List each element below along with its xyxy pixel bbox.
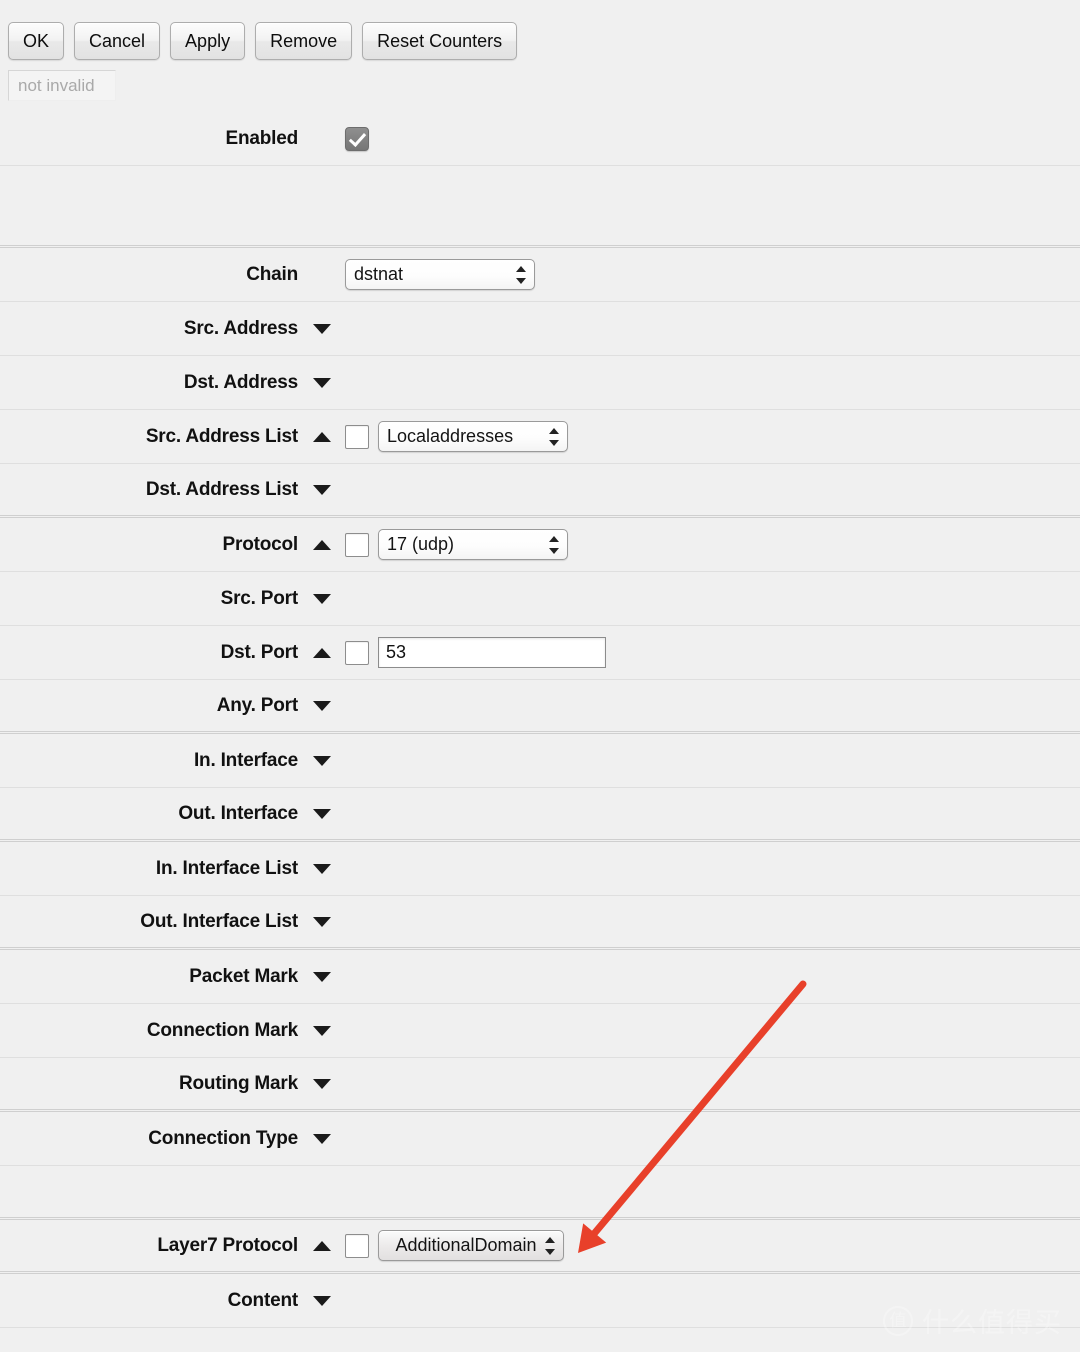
layer7-protocol-control: AdditionalDomain: [345, 1230, 564, 1261]
dst-port-negate-checkbox[interactable]: [345, 640, 369, 665]
protocol-select[interactable]: 17 (udp): [378, 529, 568, 560]
disclosure-up-icon[interactable]: [298, 1240, 345, 1251]
disclosure-down-icon[interactable]: [298, 1295, 345, 1306]
field-label-src-address: Src. Address: [183, 317, 298, 339]
form-row-src-port: Src. Port: [0, 572, 1080, 626]
disclosure-up-icon[interactable]: [298, 647, 345, 658]
disclosure-down-icon[interactable]: [298, 700, 345, 711]
disclosure-down-icon[interactable]: [298, 377, 345, 388]
form-row-any-port: Any. Port: [0, 680, 1080, 734]
protocol-negate-checkbox[interactable]: [345, 532, 369, 557]
dst-port-input[interactable]: [378, 637, 606, 668]
form-row-dst-address: Dst. Address: [0, 356, 1080, 410]
disclosure-down-icon[interactable]: [298, 916, 345, 927]
form-row-out-interface-list: Out. Interface List: [0, 896, 1080, 950]
field-label-dst-address-list: Dst. Address List: [145, 478, 298, 500]
disclosure-down-icon[interactable]: [298, 593, 345, 604]
nat-rule-form: Enabled Chain dstnat Src. Address Dst. A…: [0, 112, 1080, 1328]
chain-control: dstnat: [345, 259, 535, 290]
apply-button[interactable]: Apply: [170, 22, 246, 60]
src-address-list-negate-checkbox[interactable]: [345, 424, 369, 449]
protocol-value: 17 (udp): [387, 534, 455, 554]
form-row-dst-address-list: Dst. Address List: [0, 464, 1080, 518]
form-row-in-interface: In. Interface: [0, 734, 1080, 788]
disclosure-down-icon[interactable]: [298, 1078, 345, 1089]
field-label-chain: Chain: [246, 263, 298, 285]
field-label-packet-mark: Packet Mark: [189, 965, 298, 987]
form-row-chain: Chain dstnat: [0, 248, 1080, 302]
src-address-list-select[interactable]: Localaddresses: [378, 421, 568, 452]
form-row-connection-mark: Connection Mark: [0, 1004, 1080, 1058]
cancel-button[interactable]: Cancel: [74, 22, 161, 60]
form-row-dst-port: Dst. Port: [0, 626, 1080, 680]
form-row-content: Content: [0, 1274, 1080, 1328]
status-row: not invalid: [0, 70, 1080, 112]
field-label-connection-type: Connection Type: [148, 1127, 298, 1149]
stepper-arrows-icon: [545, 1236, 556, 1256]
field-label-out-interface-list: Out. Interface List: [140, 910, 298, 932]
remove-button[interactable]: Remove: [255, 22, 353, 60]
form-row-enabled: Enabled: [0, 112, 1080, 166]
stepper-arrows-icon: [549, 427, 560, 447]
dialog-toolbar: OK Cancel Apply Remove Reset Counters: [0, 0, 1080, 70]
disclosure-down-icon[interactable]: [298, 323, 345, 334]
field-label-dst-port: Dst. Port: [220, 641, 299, 663]
form-spacer-layer7: [0, 1166, 1080, 1220]
disclosure-down-icon[interactable]: [298, 484, 345, 495]
stepper-arrows-icon: [516, 265, 527, 285]
field-label-in-interface-list: In. Interface List: [155, 857, 298, 879]
field-label-protocol: Protocol: [222, 533, 299, 555]
protocol-control: 17 (udp): [345, 529, 568, 560]
layer7-protocol-negate-checkbox[interactable]: [345, 1233, 369, 1258]
form-row-connection-type: Connection Type: [0, 1112, 1080, 1166]
chain-select-value: dstnat: [354, 264, 404, 284]
field-label-enabled: Enabled: [225, 127, 298, 149]
ok-button[interactable]: OK: [8, 22, 65, 60]
enabled-checkbox[interactable]: [345, 126, 369, 151]
enabled-control: [345, 126, 378, 151]
form-spacer-top: [0, 166, 1080, 248]
disclosure-down-icon[interactable]: [298, 1025, 345, 1036]
form-row-src-address-list: Src. Address List Localaddresses: [0, 410, 1080, 464]
disclosure-down-icon[interactable]: [298, 755, 345, 766]
field-label-routing-mark: Routing Mark: [179, 1072, 298, 1094]
disclosure-up-icon[interactable]: [298, 431, 345, 442]
disclosure-down-icon[interactable]: [298, 1133, 345, 1144]
field-label-src-address-list: Src. Address List: [145, 425, 298, 447]
field-label-in-interface: In. Interface: [193, 749, 298, 771]
form-row-routing-mark: Routing Mark: [0, 1058, 1080, 1112]
disclosure-down-icon[interactable]: [298, 863, 345, 874]
form-row-src-address: Src. Address: [0, 302, 1080, 356]
field-label-any-port: Any. Port: [216, 694, 298, 716]
field-label-content: Content: [227, 1289, 299, 1311]
field-label-layer7-protocol: Layer7 Protocol: [157, 1234, 298, 1256]
field-label-src-port: Src. Port: [220, 587, 299, 609]
status-badge: not invalid: [8, 70, 116, 101]
disclosure-up-icon[interactable]: [298, 539, 345, 550]
chain-select[interactable]: dstnat: [345, 259, 535, 290]
stepper-arrows-icon: [549, 535, 560, 555]
field-label-out-interface: Out. Interface: [178, 802, 298, 824]
field-label-dst-address: Dst. Address: [183, 371, 298, 393]
src-address-list-value: Localaddresses: [387, 426, 514, 446]
form-row-protocol: Protocol 17 (udp): [0, 518, 1080, 572]
disclosure-down-icon[interactable]: [298, 971, 345, 982]
form-row-packet-mark: Packet Mark: [0, 950, 1080, 1004]
layer7-protocol-select[interactable]: AdditionalDomain: [378, 1230, 564, 1261]
reset-counters-button[interactable]: Reset Counters: [362, 22, 518, 60]
dst-port-control: [345, 637, 606, 668]
layer7-protocol-value: AdditionalDomain: [395, 1235, 537, 1255]
field-label-connection-mark: Connection Mark: [146, 1019, 298, 1041]
form-row-in-interface-list: In. Interface List: [0, 842, 1080, 896]
form-row-layer7-protocol: Layer7 Protocol AdditionalDomain: [0, 1220, 1080, 1274]
disclosure-down-icon[interactable]: [298, 808, 345, 819]
src-address-list-control: Localaddresses: [345, 421, 568, 452]
form-row-out-interface: Out. Interface: [0, 788, 1080, 842]
